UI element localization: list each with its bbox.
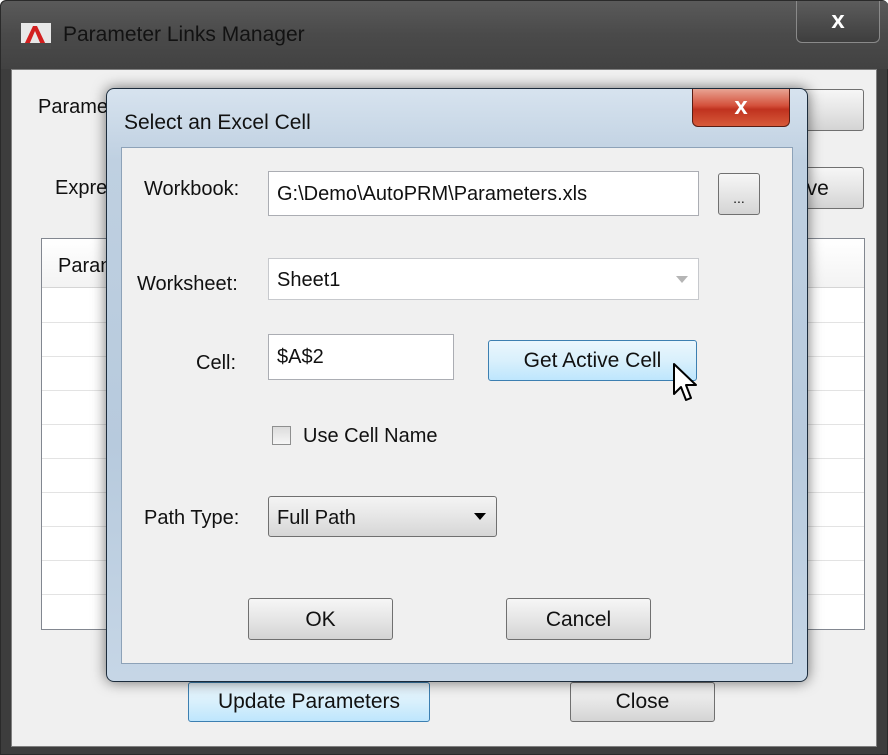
close-button[interactable]: Close: [570, 682, 715, 722]
path-type-value: Full Path: [277, 507, 356, 529]
path-type-select[interactable]: Full Path: [268, 496, 497, 537]
get-active-cell-button[interactable]: Get Active Cell: [488, 340, 697, 381]
update-parameters-button[interactable]: Update Parameters: [188, 682, 430, 722]
ok-button[interactable]: OK: [248, 598, 393, 640]
cancel-button[interactable]: Cancel: [506, 598, 651, 640]
worksheet-label: Worksheet:: [137, 273, 238, 295]
mouse-pointer-icon: [673, 363, 697, 401]
workbook-field[interactable]: G:\Demo\AutoPRM\Parameters.xls: [268, 171, 699, 216]
dialog-title: Select an Excel Cell: [124, 111, 311, 134]
close-button-label: Close: [615, 690, 670, 713]
parameter-label: Parame: [38, 96, 109, 118]
browse-button[interactable]: ...: [718, 173, 760, 215]
get-active-cell-label: Get Active Cell: [523, 349, 662, 372]
worksheet-value: Sheet1: [277, 269, 341, 291]
workbook-label: Workbook:: [144, 178, 240, 200]
use-cell-name-label[interactable]: Use Cell Name: [303, 425, 437, 448]
close-icon: x: [734, 93, 748, 120]
dialog-client-area: [121, 147, 793, 664]
browse-button-label: ...: [733, 190, 745, 206]
path-type-label: Path Type:: [144, 507, 240, 529]
workbook-value: G:\Demo\AutoPRM\Parameters.xls: [277, 183, 588, 205]
chevron-down-icon: [676, 276, 688, 283]
cell-field[interactable]: $A$2: [268, 334, 454, 380]
outer-window-title: Parameter Links Manager: [63, 23, 305, 46]
close-icon: x: [831, 7, 845, 34]
cancel-button-label: Cancel: [545, 608, 612, 631]
cell-value: $A$2: [277, 346, 324, 368]
ok-button-label: OK: [305, 608, 336, 631]
outer-title-bar[interactable]: Parameter Links Manager: [1, 1, 888, 69]
autocad-icon: [21, 23, 51, 49]
grid-header-label: Paran: [58, 255, 112, 277]
dialog-close-button[interactable]: x: [692, 89, 790, 127]
expression-label: Expre: [55, 177, 108, 199]
outer-close-button[interactable]: x: [796, 1, 880, 43]
worksheet-dropdown[interactable]: Sheet1: [268, 258, 699, 300]
chevron-down-icon: [474, 513, 486, 520]
update-parameters-label: Update Parameters: [217, 690, 401, 713]
cell-label: Cell:: [196, 352, 237, 374]
use-cell-name-checkbox[interactable]: [272, 426, 291, 445]
